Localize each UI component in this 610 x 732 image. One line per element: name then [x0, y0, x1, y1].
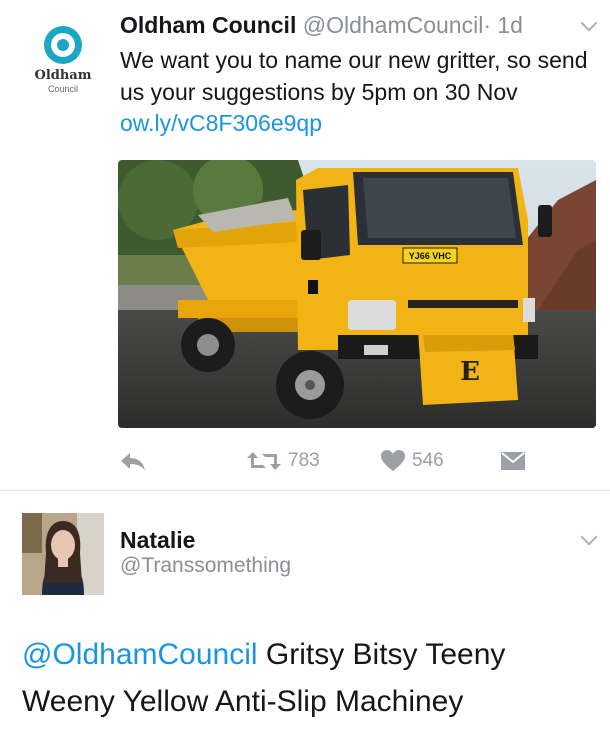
tweet-body: We want you to name our new gritter, so … [120, 47, 588, 105]
tweet-actions: 783 546 [118, 444, 596, 478]
reply-button[interactable] [118, 444, 148, 478]
avatar-logo-text: Oldham [34, 68, 92, 83]
tweet-natalie: Natalie @Transsomething @OldhamCouncil G… [0, 491, 610, 732]
retweet-button[interactable]: 783 [246, 444, 320, 478]
author-handle[interactable]: @Transsomething [120, 554, 291, 578]
tweet-header: Oldham Council @OldhamCouncil· 1d [120, 12, 523, 39]
natalie-avatar[interactable] [22, 513, 104, 595]
tweet-photo-gritter[interactable]: YJ66 VHC E [118, 160, 596, 428]
oldham-council-avatar[interactable]: Oldham Council [22, 16, 104, 98]
number-plate-text: YJ66 VHC [409, 251, 452, 261]
snow-plate-letter: E [460, 357, 480, 387]
envelope-icon [501, 452, 525, 470]
tweet-text: We want you to name our new gritter, so … [120, 45, 598, 140]
oldham-logo-icon [44, 26, 82, 64]
direct-message-button[interactable] [500, 444, 526, 478]
retweet-icon [247, 452, 281, 470]
tweet-time[interactable]: · 1d [483, 12, 523, 38]
like-button[interactable]: 546 [380, 444, 444, 478]
like-count: 546 [412, 450, 444, 471]
author-handle[interactable]: @OldhamCouncil [303, 12, 484, 38]
tweet-text: @OldhamCouncil Gritsy Bitsy Teeny Weeny … [22, 631, 592, 725]
author-name[interactable]: Oldham Council [120, 12, 296, 38]
tweet-menu-chevron-down-icon[interactable] [580, 528, 598, 546]
avatar-logo-subtext: Council [47, 84, 78, 94]
mention-link[interactable]: @OldhamCouncil [22, 638, 258, 671]
author-name[interactable]: Natalie [120, 527, 195, 554]
retweet-count: 783 [288, 450, 320, 471]
tweet-menu-chevron-down-icon[interactable] [580, 14, 598, 32]
heart-icon [381, 450, 405, 471]
tweet-link[interactable]: ow.ly/vC8F306e9qp [120, 110, 322, 136]
reply-icon [121, 453, 145, 470]
tweet-oldham-council: Oldham Council Oldham Council @OldhamCou… [0, 0, 610, 490]
